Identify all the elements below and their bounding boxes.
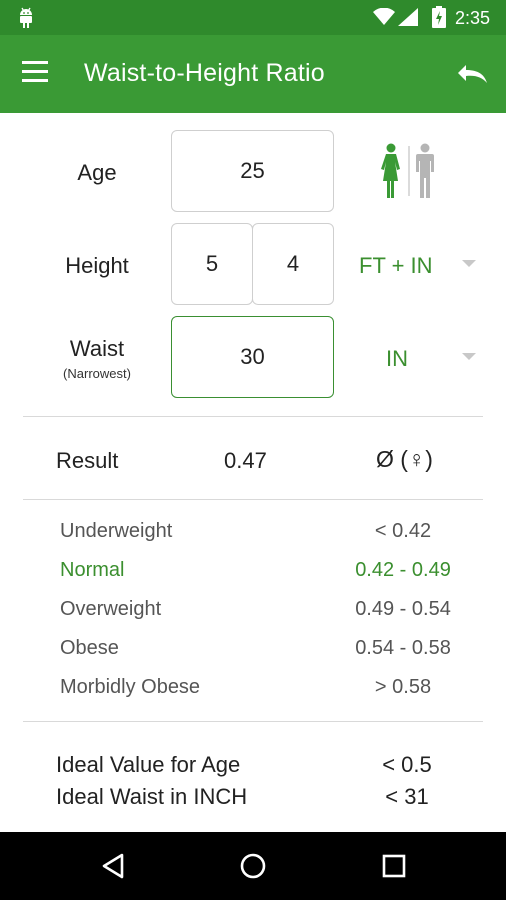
- recents-button[interactable]: [382, 854, 406, 878]
- range-value: 0.49 - 0.54: [355, 598, 451, 620]
- waist-unit-dropdown-icon[interactable]: [462, 353, 476, 360]
- range-row-highlighted: Normal 0.42 - 0.49: [60, 559, 480, 589]
- menu-icon: [22, 61, 48, 64]
- range-value: 0.42 - 0.49: [355, 559, 451, 581]
- home-icon: [240, 853, 266, 879]
- range-category: Overweight: [60, 598, 162, 620]
- range-row: Underweight < 0.42: [60, 520, 480, 550]
- age-input[interactable]: 25: [171, 130, 334, 212]
- android-notification-icon: [20, 7, 32, 28]
- range-value: > 0.58: [374, 676, 432, 698]
- status-bar: 2:35: [0, 0, 506, 35]
- status-clock: 2:35: [455, 8, 491, 28]
- waist-unit-select[interactable]: IN: [386, 346, 408, 372]
- navigation-bar: [0, 832, 506, 900]
- divider: [23, 721, 483, 722]
- range-category: Normal: [60, 559, 125, 581]
- battery-charging-icon: [432, 6, 446, 28]
- waist-label: Waist: [69, 336, 125, 361]
- back-button[interactable]: [100, 852, 126, 880]
- range-category: Obese: [60, 637, 119, 659]
- result-value: 0.47: [224, 448, 267, 473]
- signal-icon: [398, 8, 418, 26]
- app-title: Waist-to-Height Ratio: [84, 59, 325, 87]
- menu-button[interactable]: [22, 61, 56, 89]
- age-label: Age: [77, 160, 117, 185]
- range-value: 0.54 - 0.58: [355, 637, 451, 659]
- app-bar: Waist-to-Height Ratio: [0, 35, 506, 113]
- recents-icon: [382, 854, 406, 878]
- height-unit-dropdown-icon[interactable]: [462, 260, 476, 267]
- height-unit-select[interactable]: FT + IN: [359, 253, 433, 279]
- ideal-age-value: < 0.5: [382, 752, 432, 777]
- wifi-icon: [373, 8, 395, 25]
- range-row: Overweight 0.49 - 0.54: [60, 598, 480, 628]
- range-row: Morbidly Obese > 0.58: [60, 676, 480, 706]
- height-inches-input[interactable]: 4: [252, 223, 334, 305]
- range-category: Morbidly Obese: [60, 676, 201, 698]
- gender-toggle[interactable]: [378, 143, 440, 199]
- range-row: Obese 0.54 - 0.58: [60, 637, 480, 667]
- height-label: Height: [65, 253, 129, 278]
- ideal-age-label: Ideal Value for Age: [56, 752, 241, 777]
- waist-input[interactable]: 30: [171, 316, 334, 398]
- height-feet-input[interactable]: 5: [171, 223, 253, 305]
- waist-sublabel: (Narrowest): [63, 366, 131, 381]
- divider: [23, 416, 483, 417]
- ideal-waist-label: Ideal Waist in INCH: [56, 784, 248, 809]
- back-icon: [102, 853, 124, 879]
- home-button[interactable]: [240, 853, 266, 879]
- undo-icon: [458, 65, 487, 83]
- range-value: < 0.42: [374, 520, 432, 542]
- result-symbol: Ø (♀): [376, 446, 433, 472]
- undo-button[interactable]: [454, 61, 490, 89]
- male-icon[interactable]: [416, 143, 434, 199]
- female-icon[interactable]: [381, 143, 400, 199]
- menu-icon: [22, 79, 48, 82]
- range-category: Underweight: [60, 520, 173, 542]
- divider: [23, 499, 483, 500]
- result-label: Result: [56, 448, 119, 473]
- menu-icon: [22, 70, 48, 73]
- ideal-waist-value: < 31: [385, 784, 429, 809]
